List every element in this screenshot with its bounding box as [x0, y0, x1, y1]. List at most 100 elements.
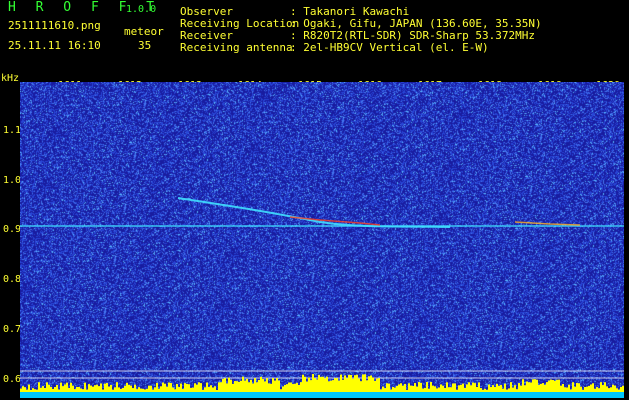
level-bar — [432, 385, 434, 392]
level-bar — [560, 385, 562, 392]
level-bar — [110, 384, 112, 392]
level-bar — [288, 382, 290, 392]
level-bar — [584, 386, 586, 392]
level-bar — [270, 383, 272, 392]
level-bar — [604, 382, 606, 392]
level-bar — [218, 382, 220, 392]
level-bar — [472, 382, 474, 392]
freq-tick-0-8: 0.8 — [3, 274, 22, 285]
level-bar — [482, 389, 484, 392]
level-bar — [498, 385, 500, 392]
level-bar — [276, 378, 278, 392]
level-bar — [144, 389, 146, 392]
level-bar — [462, 383, 464, 392]
level-bar — [248, 382, 250, 392]
level-bar — [366, 380, 368, 392]
level-bar — [272, 378, 274, 392]
level-bar — [220, 382, 222, 392]
meteor-echo-trail — [177, 197, 451, 228]
level-bar — [606, 386, 608, 392]
level-bar — [246, 378, 248, 392]
level-bar — [96, 384, 98, 392]
level-bar — [382, 386, 384, 392]
level-bar — [484, 388, 486, 392]
level-bar — [568, 384, 570, 392]
level-bar — [354, 375, 356, 392]
level-bar — [312, 374, 314, 392]
level-bar — [478, 382, 480, 392]
level-bar — [308, 377, 310, 392]
level-bar — [516, 389, 518, 392]
level-bar — [436, 388, 438, 392]
meteor-count: 35 — [138, 39, 152, 52]
level-bar — [44, 388, 46, 392]
level-bar — [374, 380, 376, 392]
level-bar — [476, 386, 478, 392]
level-bar — [172, 387, 174, 392]
level-bar — [176, 383, 178, 392]
level-bar — [142, 388, 144, 392]
level-bar — [342, 379, 344, 392]
level-bar — [580, 386, 582, 392]
level-bar — [368, 376, 370, 392]
level-bar — [460, 384, 462, 392]
level-bar — [364, 374, 366, 392]
level-bar — [266, 378, 268, 392]
level-bar — [20, 388, 22, 392]
level-bar — [338, 380, 340, 392]
level-bar — [182, 389, 184, 392]
level-bar — [330, 380, 332, 392]
level-bar — [496, 383, 498, 392]
level-bar — [236, 381, 238, 392]
level-bar — [208, 387, 210, 392]
level-bar — [464, 387, 466, 392]
level-bar — [164, 383, 166, 392]
level-bar — [154, 387, 156, 392]
level-bar — [486, 389, 488, 392]
level-bar — [108, 386, 110, 392]
level-bar — [294, 383, 296, 392]
level-bar — [130, 385, 132, 392]
level-bar — [116, 382, 118, 392]
level-bar — [186, 383, 188, 392]
level-bar — [612, 384, 614, 392]
level-baseline — [20, 392, 624, 398]
level-bar — [378, 378, 380, 392]
header-panel: H R O F F T 1.0.0 2511111610.png meteor … — [0, 0, 629, 74]
level-bar — [224, 378, 226, 392]
level-bar — [596, 387, 598, 392]
level-bar — [292, 384, 294, 392]
level-bar — [320, 376, 322, 392]
level-bar — [158, 388, 160, 392]
level-bar — [350, 374, 352, 392]
level-bar — [532, 379, 534, 392]
level-bar — [538, 384, 540, 392]
level-bar — [406, 389, 408, 392]
freq-tick-1-1: 1.1 — [3, 125, 22, 136]
level-bar — [282, 386, 284, 392]
level-bar — [100, 383, 102, 392]
spectrogram-panel — [20, 82, 624, 398]
level-bar — [128, 384, 130, 392]
level-bar — [546, 382, 548, 392]
level-bar — [384, 388, 386, 392]
level-bar — [306, 381, 308, 392]
level-bar — [250, 379, 252, 392]
level-bar — [404, 383, 406, 392]
level-bar — [42, 386, 44, 392]
level-bar — [286, 384, 288, 392]
level-bar — [46, 382, 48, 392]
level-bar — [22, 386, 24, 392]
freq-tick-0-9: 0.9 — [3, 224, 22, 235]
level-bar — [54, 387, 56, 392]
level-bar — [544, 384, 546, 392]
level-bar — [150, 385, 152, 392]
level-bar — [192, 387, 194, 392]
level-bar — [574, 386, 576, 392]
level-bar — [508, 388, 510, 392]
level-bar — [162, 382, 164, 392]
level-bar — [440, 384, 442, 392]
level-bar — [412, 385, 414, 392]
level-bar — [552, 380, 554, 392]
level-bar — [314, 378, 316, 392]
